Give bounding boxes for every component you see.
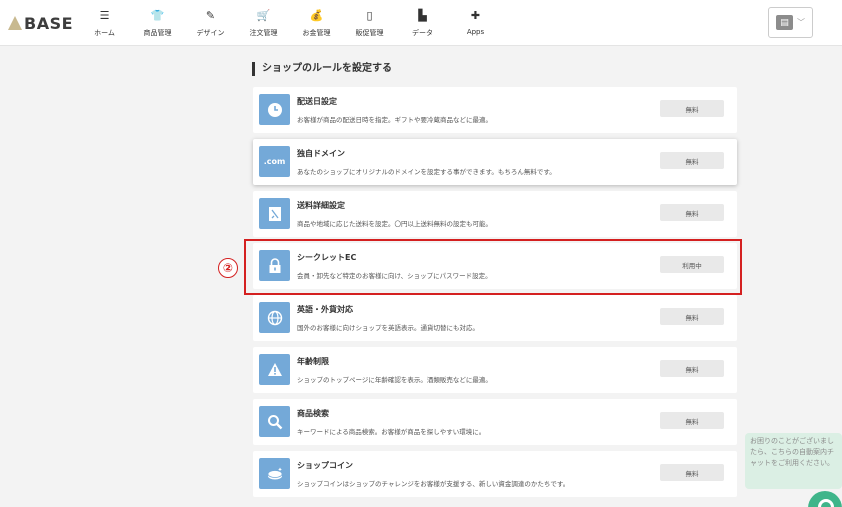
shipping-doc-icon xyxy=(259,198,290,229)
nav-item-label: Apps xyxy=(466,28,485,36)
feature-name: 英語・外貨対応 xyxy=(297,305,353,314)
money-bag-icon: 💰 xyxy=(309,8,324,22)
bar-chart-icon: ▙ xyxy=(418,8,427,22)
cart-icon: 🛒 xyxy=(256,8,271,22)
feature-card-product-search: 商品検索 キーワードによる商品検索。お客様が商品を探しやすい環境に。 無料 xyxy=(253,399,737,445)
nav-item-apps[interactable]: ✚ Apps xyxy=(449,8,502,38)
nav-item-design[interactable]: ✎ デザイン xyxy=(184,8,237,38)
clock-icon xyxy=(259,94,290,125)
feature-card-english-currency: 英語・外貨対応 国外のお客様に向けショップを英語表示。通貨切替にも対応。 無料 xyxy=(253,295,737,341)
feature-name: 年齢制限 xyxy=(297,357,329,366)
puzzle-icon: ✚ xyxy=(470,8,481,22)
feature-description: 商品や地域に応じた送料を設定。〇円以上送料無料の設定も可能。 xyxy=(297,220,492,228)
section-title: ショップのルールを設定する xyxy=(252,62,392,76)
feature-description: あなたのショップにオリジナルのドメインを設定する事ができます。もちろん無料です。 xyxy=(297,168,556,176)
feature-install-button[interactable]: 無料 xyxy=(660,308,724,325)
feature-name: 配送日設定 xyxy=(297,97,337,106)
feature-description: ショップのトップページに年齢確認を表示。酒類販売などに最適。 xyxy=(297,376,492,384)
coin-icon xyxy=(259,458,290,489)
feature-list: 配送日設定 お客様が商品の配送日時を指定。ギフトや要冷蔵商品などに最適。 無料 … xyxy=(253,87,737,503)
brush-icon: ✎ xyxy=(205,8,216,22)
nav-item-label: デザイン xyxy=(196,29,225,37)
feature-name: 独自ドメイン xyxy=(297,149,345,158)
feature-name: 商品検索 xyxy=(297,409,329,418)
smartphone-icon: ▯ xyxy=(366,8,373,22)
feature-install-button[interactable]: 無料 xyxy=(660,412,724,429)
feature-card-shop-coin: ショップコイン ショップコインはショップのチャレンジをお客様が支援する、新しい資… xyxy=(253,451,737,497)
nav-item-products[interactable]: 👕 商品管理 xyxy=(131,8,184,38)
feature-card-custom-domain: .com 独自ドメイン あなたのショップにオリジナルのドメインを設定する事ができ… xyxy=(253,139,737,185)
feature-name: 送料詳細設定 xyxy=(297,201,345,210)
nav-item-data[interactable]: ▙ データ xyxy=(396,8,449,38)
feature-card-shipping: 送料詳細設定 商品や地域に応じた送料を設定。〇円以上送料無料の設定も可能。 無料 xyxy=(253,191,737,237)
top-navigation-bar: BASE ☰ ホーム 👕 商品管理 ✎ デザイン 🛒 注文管理 💰 お金管理 ▯… xyxy=(0,0,842,46)
nav-item-label: データ xyxy=(412,29,433,37)
feature-install-button[interactable]: 無料 xyxy=(660,100,724,117)
chat-help-bubble[interactable]: お困りのことがございましたら、こちらの自動案内チャットをご利用ください。 xyxy=(745,433,842,489)
shop-menu-button[interactable]: ▤ ﹀ xyxy=(768,7,813,38)
nav-item-money[interactable]: 💰 お金管理 xyxy=(290,8,343,38)
list-icon: ☰ xyxy=(99,8,110,22)
globe-icon xyxy=(259,302,290,333)
warning-icon xyxy=(259,354,290,385)
dot-com-icon: .com xyxy=(259,146,290,177)
feature-card-delivery-date: 配送日設定 お客様が商品の配送日時を指定。ギフトや要冷蔵商品などに最適。 無料 xyxy=(253,87,737,133)
chat-launcher-button[interactable] xyxy=(808,491,842,507)
logo-text: BASE xyxy=(24,13,74,33)
dot-com-label: .com xyxy=(263,157,286,166)
feature-name: ショップコイン xyxy=(297,461,353,470)
feature-install-button[interactable]: 無料 xyxy=(660,360,724,377)
nav-item-label: 注文管理 xyxy=(249,29,278,37)
feature-description: 国外のお客様に向けショップを英語表示。通貨切替にも対応。 xyxy=(297,324,479,332)
search-icon xyxy=(259,406,290,437)
feature-description: ショップコインはショップのチャレンジをお客様が支援する、新しい資金調達のかたちで… xyxy=(297,480,570,488)
step-number-badge: ② xyxy=(218,258,238,278)
nav-item-label: お金管理 xyxy=(302,29,331,37)
main-nav: ☰ ホーム 👕 商品管理 ✎ デザイン 🛒 注文管理 💰 お金管理 ▯ 販促管理… xyxy=(78,8,502,38)
feature-description: キーワードによる商品検索。お客様が商品を探しやすい環境に。 xyxy=(297,428,486,436)
nav-item-orders[interactable]: 🛒 注文管理 xyxy=(237,8,290,38)
tshirt-icon: 👕 xyxy=(150,8,165,22)
nav-item-promotion[interactable]: ▯ 販促管理 xyxy=(343,8,396,38)
feature-card-age-restriction: 年齢制限 ショップのトップページに年齢確認を表示。酒類販売などに最適。 無料 xyxy=(253,347,737,393)
feature-install-button[interactable]: 無料 xyxy=(660,464,724,481)
highlight-box xyxy=(244,239,742,295)
base-logo[interactable]: BASE xyxy=(8,12,73,34)
store-icon: ▤ xyxy=(776,15,793,30)
feature-description: お客様が商品の配送日時を指定。ギフトや要冷蔵商品などに最適。 xyxy=(297,116,492,124)
nav-item-label: ホーム xyxy=(94,29,115,37)
feature-install-button[interactable]: 無料 xyxy=(660,204,724,221)
nav-item-label: 商品管理 xyxy=(143,29,172,37)
nav-item-home[interactable]: ☰ ホーム xyxy=(78,8,131,38)
nav-item-label: 販促管理 xyxy=(355,29,384,37)
feature-install-button[interactable]: 無料 xyxy=(660,152,724,169)
chevron-down-icon: ﹀ xyxy=(797,18,805,27)
tent-logo-icon xyxy=(8,16,22,30)
